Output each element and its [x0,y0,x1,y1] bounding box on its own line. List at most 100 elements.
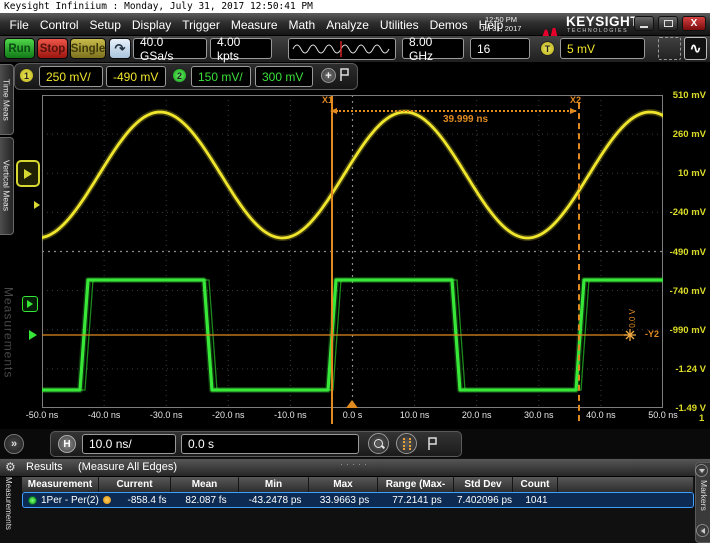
maximize-button[interactable] [658,16,678,31]
zoom-region-icon[interactable] [658,37,681,60]
timebase-position-field[interactable]: 0.0 s [181,434,359,454]
menu-item-math[interactable]: Math [283,18,321,32]
channel1-scale-field[interactable]: 250 mV/ [39,66,103,87]
channel1-badge[interactable]: 1 [19,68,34,83]
y-axis-label: -1.24 V [660,364,706,375]
tab-markers-label: Markers [699,480,709,511]
column-header-filler [558,477,694,492]
tab-time-meas-label: Time Meas [2,79,12,121]
chevron-left-icon [701,528,705,534]
waveform-tool-icon[interactable]: ∿ [684,37,707,60]
y-axis-label: -490 mV [660,247,706,258]
x-axis-label: 20.0 ns [454,410,500,420]
single-button[interactable]: Single [70,38,106,59]
zoom-mode-button[interactable] [368,433,389,454]
clock-date: Jul 31, 2017 [470,24,532,33]
cursor-y2-readout: 0.0 V [628,309,637,328]
menu-items: FileControlSetupDisplayTriggerMeasureMat… [4,13,509,36]
menu-item-utilities[interactable]: Utilities [374,18,424,32]
menu-item-display[interactable]: Display [126,18,176,32]
channel2-offset-field[interactable]: 300 mV [255,66,313,87]
y-axis-label: 10 mV [660,168,706,179]
measurements-watermark-label: Measurements [2,287,16,378]
collapse-panel-button[interactable] [695,464,708,477]
tab-time-meas[interactable]: Time Meas [0,64,14,135]
touch-gesture-button[interactable]: ↷ [109,38,131,59]
stop-button[interactable]: Stop [37,38,68,59]
pin-icon[interactable] [338,67,351,83]
column-header: Std Dev [454,477,513,492]
tab-vertical-meas[interactable]: Vertical Meas [0,137,14,235]
menu-item-analyze[interactable]: Analyze [321,18,375,32]
x-axis-label: 30.0 ns [516,410,562,420]
trigger-badge[interactable]: T [540,41,555,56]
clock[interactable]: 12:50 PM Jul 31, 2017 [470,15,532,33]
channel2-ground-marker[interactable] [22,296,38,312]
channel1-offset-field[interactable]: -490 mV [106,66,166,87]
results-side-label-text: Measurements [4,477,13,530]
pin-icon[interactable] [426,436,439,452]
measurement-value-cell: 33.9663 ps [310,495,379,506]
results-table-row[interactable]: 1Per - Per(2)-858.4 fs82.087 fs-43.2478 … [22,492,694,508]
minimize-button[interactable] [634,16,654,31]
averages-field[interactable]: 16 [470,38,530,59]
horizontal-badge[interactable]: H [58,435,76,453]
gear-icon[interactable]: ⚙ [5,460,16,474]
channel2-marker-icon [27,300,33,308]
waveform-plot [42,95,663,408]
expand-button[interactable]: » [4,434,24,454]
x-axis-label: 50.0 ns [640,410,686,420]
brand-logo: KEYSIGHT [566,14,639,29]
run-button[interactable]: Run [4,38,35,59]
preview-sine-icon [289,39,395,59]
cursor-x1-line[interactable] [331,96,333,424]
tab-vertical-meas-label: Vertical Meas [2,160,12,211]
measurement-value-cell: 1041 [514,495,559,506]
magnifier-icon [374,439,383,448]
measurement-status-icon [28,496,37,505]
menu-item-setup[interactable]: Setup [84,18,126,32]
measurement-value-cell: 82.087 fs [172,495,240,506]
channel1-offset-arrow-icon[interactable] [34,201,40,209]
y-axis-label: -740 mV [660,286,706,297]
menu-item-demos[interactable]: Demos [424,18,473,32]
measurement-marker-icon [103,496,111,504]
acquisition-preview[interactable] [288,38,396,60]
channel2-badge[interactable]: 2 [172,68,187,83]
add-waveform-button[interactable]: + [321,68,336,83]
menu-item-control[interactable]: Control [34,18,84,32]
x-axis-label: -40.0 ns [81,410,127,420]
results-subtitle: (Measure All Edges) [78,461,177,473]
brand-sub-label: TECHNOLOGIES [567,28,628,34]
sample-rate-field[interactable]: 40.0 GSa/s [133,38,207,59]
close-button[interactable]: X [682,16,706,31]
timebase-scale-field[interactable]: 10.0 ns/ [82,434,176,454]
bandwidth-field[interactable]: 8.00 GHz [402,38,464,59]
dotted-line-icon [409,438,411,450]
memory-depth-field[interactable]: 4.00 kpts [210,38,272,59]
column-header: Min [239,477,309,492]
channel2-level-arrow-icon[interactable] [29,330,37,340]
column-header: Measurement [22,477,99,492]
menu-item-measure[interactable]: Measure [225,18,283,32]
cursor-dots-button[interactable] [396,433,417,454]
channel1-ground-marker[interactable] [16,160,40,187]
x-axis-label: -10.0 ns [267,410,313,420]
cursor-x2-line[interactable] [578,103,580,421]
cursor-delta-line [336,110,576,112]
menu-item-trigger[interactable]: Trigger [177,18,226,32]
toolbar: Run Stop Single ↷ 40.0 GSa/s 4.00 kpts 8… [0,36,710,63]
open-markers-button[interactable] [696,524,709,537]
channel1-marker-icon [24,169,32,179]
cursor-x2-label: X2 [570,95,581,105]
measurement-value-cell: -858.4 fs [122,495,172,506]
column-header: Count [513,477,558,492]
trigger-time-marker[interactable] [346,400,358,408]
channel2-scale-field[interactable]: 150 mV/ [191,66,251,87]
column-header: Range (Max-Min) [378,477,454,492]
drag-handle[interactable]: ····· [340,459,370,469]
trigger-level-field[interactable]: 5 mV [560,38,645,59]
measurement-name-cell: 1Per - Per(2) [23,495,122,506]
minimize-icon [640,26,648,28]
menu-item-file[interactable]: File [4,18,34,32]
